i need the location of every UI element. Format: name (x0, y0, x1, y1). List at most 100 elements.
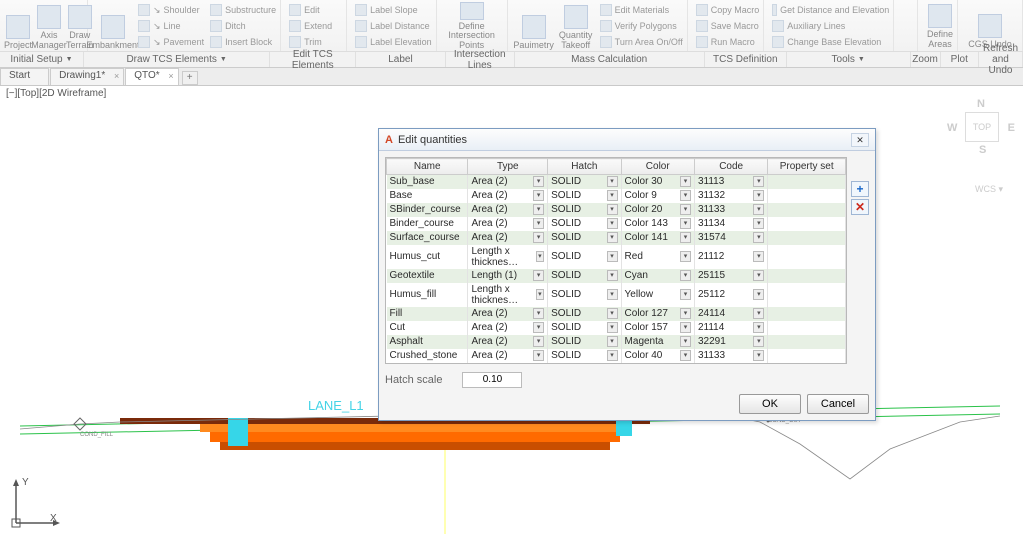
run-macro-button[interactable]: Run Macro (696, 34, 760, 50)
label-distance-button[interactable]: Label Distance (355, 18, 432, 34)
col-type[interactable]: Type (468, 159, 548, 175)
dropdown-icon[interactable]: ▾ (533, 190, 544, 201)
turn-area-button[interactable]: Turn Area On/Off (600, 34, 683, 50)
tab-qto[interactable]: QTO*× (125, 68, 178, 85)
table-row[interactable]: Humus_fillLength x thicknes…▾SOLID▾Yello… (387, 283, 846, 307)
table-row[interactable]: Binder_courseArea (2)▾SOLID▾Color 143▾31… (387, 217, 846, 231)
edit-button[interactable]: Edit (289, 2, 342, 18)
panel-label[interactable]: Label (356, 52, 446, 67)
panel-plot[interactable]: Plot (941, 52, 979, 67)
substructure-button[interactable]: Substructure (210, 2, 276, 18)
col-pset[interactable]: Property set (768, 159, 846, 175)
col-name[interactable]: Name (387, 159, 468, 175)
close-icon[interactable]: × (114, 71, 119, 81)
copy-macro-button[interactable]: Copy Macro (696, 2, 760, 18)
table-row[interactable]: AsphaltArea (2)▾SOLID▾Magenta▾32291▾ (387, 335, 846, 349)
dropdown-icon[interactable]: ▾ (533, 336, 544, 347)
define-areas-button[interactable]: Define Areas (922, 2, 958, 49)
panel-tcsdef[interactable]: TCS Definition (705, 52, 787, 67)
dropdown-icon[interactable]: ▾ (753, 289, 764, 300)
dropdown-icon[interactable]: ▾ (680, 289, 691, 300)
ditch-button[interactable]: Ditch (210, 18, 276, 34)
project-button[interactable]: Project (4, 2, 32, 50)
panel-tools[interactable]: Tools▼ (787, 52, 911, 67)
edit-materials-button[interactable]: Edit Materials (600, 2, 683, 18)
table-row[interactable]: GeotextileLength (1)▾SOLID▾Cyan▾25115▾ (387, 269, 846, 283)
define-intersection-button[interactable]: Define Intersection Points (441, 2, 503, 50)
save-macro-button[interactable]: Save Macro (696, 18, 760, 34)
tab-add-button[interactable]: + (182, 71, 198, 85)
table-row[interactable]: BaseArea (2)▾SOLID▾Color 9▾31132▾ (387, 189, 846, 203)
panel-drawtcs[interactable]: Draw TCS Elements▼ (84, 52, 270, 67)
viewport-label[interactable]: [−][Top][2D Wireframe] (0, 86, 1023, 101)
change-base-button[interactable]: Change Base Elevation (772, 34, 889, 50)
dropdown-icon[interactable]: ▾ (533, 218, 544, 229)
quantities-grid[interactable]: Name Type Hatch Color Code Property set … (385, 157, 847, 364)
dropdown-icon[interactable]: ▾ (753, 176, 764, 187)
dropdown-icon[interactable]: ▾ (680, 251, 691, 262)
dropdown-icon[interactable]: ▾ (680, 322, 691, 333)
label-elevation-button[interactable]: Label Elevation (355, 34, 432, 50)
cgs-undo-button[interactable]: CGS Undo (962, 2, 1018, 49)
quantity-takeoff-button[interactable]: Quantity Takeoff (556, 2, 596, 50)
dropdown-icon[interactable]: ▾ (536, 251, 545, 262)
dropdown-icon[interactable]: ▾ (680, 308, 691, 319)
dialog-titlebar[interactable]: A Edit quantities ✕ (379, 129, 875, 151)
dropdown-icon[interactable]: ▾ (680, 350, 691, 361)
get-distance-button[interactable]: Get Distance and Elevation (772, 2, 889, 18)
axis-manager-button[interactable]: Axis Manager (32, 2, 66, 50)
dropdown-icon[interactable]: ▾ (607, 176, 618, 187)
planimetry-button[interactable]: Pauimetry (512, 2, 556, 50)
dialog-close-button[interactable]: ✕ (851, 133, 869, 147)
embankment-button[interactable]: Embankment (92, 2, 134, 50)
dropdown-icon[interactable]: ▾ (533, 308, 544, 319)
dropdown-icon[interactable]: ▾ (533, 270, 544, 281)
dropdown-icon[interactable]: ▾ (607, 204, 618, 215)
insert-block-button[interactable]: Insert Block (210, 34, 276, 50)
dropdown-icon[interactable]: ▾ (607, 218, 618, 229)
panel-edittcs[interactable]: Edit TCS Elements (270, 52, 356, 67)
panel-mass[interactable]: Mass Calculation (515, 52, 705, 67)
table-row[interactable]: CutArea (2)▾SOLID▾Color 157▾21114▾ (387, 321, 846, 335)
panel-intersection[interactable]: Intersection Lines (446, 52, 515, 67)
dropdown-icon[interactable]: ▾ (753, 350, 764, 361)
table-row[interactable]: Crushed_stoneArea (2)▾SOLID▾Color 40▾311… (387, 349, 846, 363)
hatch-scale-input[interactable] (462, 372, 522, 388)
dropdown-icon[interactable]: ▾ (680, 204, 691, 215)
dropdown-icon[interactable]: ▾ (533, 322, 544, 333)
line-button[interactable]: ↘Line (138, 18, 204, 34)
dropdown-icon[interactable]: ▾ (680, 176, 691, 187)
dropdown-icon[interactable]: ▾ (533, 232, 544, 243)
col-color[interactable]: Color (621, 159, 694, 175)
dropdown-icon[interactable]: ▾ (680, 270, 691, 281)
panel-zoom[interactable]: Zoom (911, 52, 941, 67)
dropdown-icon[interactable]: ▾ (753, 270, 764, 281)
dropdown-icon[interactable]: ▾ (753, 204, 764, 215)
dropdown-icon[interactable]: ▾ (607, 190, 618, 201)
table-row[interactable]: Surface_courseArea (2)▾SOLID▾Color 141▾3… (387, 231, 846, 245)
dropdown-icon[interactable]: ▾ (536, 289, 545, 300)
dropdown-icon[interactable]: ▾ (607, 322, 618, 333)
extend-button[interactable]: Extend (289, 18, 342, 34)
ok-button[interactable]: OK (739, 394, 801, 414)
dropdown-icon[interactable]: ▾ (753, 336, 764, 347)
shoulder-button[interactable]: ↘Shoulder (138, 2, 204, 18)
cancel-button[interactable]: Cancel (807, 394, 869, 414)
close-icon[interactable]: × (168, 71, 173, 81)
dropdown-icon[interactable]: ▾ (607, 232, 618, 243)
dropdown-icon[interactable]: ▾ (680, 190, 691, 201)
dropdown-icon[interactable]: ▾ (607, 289, 618, 300)
dropdown-icon[interactable]: ▾ (753, 232, 764, 243)
dropdown-icon[interactable]: ▾ (607, 270, 618, 281)
tab-start[interactable]: Start (0, 68, 49, 85)
table-row[interactable]: Sub_baseArea (2)▾SOLID▾Color 30▾31113▾ (387, 175, 846, 189)
dropdown-icon[interactable]: ▾ (753, 218, 764, 229)
table-row[interactable]: FillArea (2)▾SOLID▾Color 127▾24114▾ (387, 307, 846, 321)
dropdown-icon[interactable]: ▾ (753, 308, 764, 319)
table-row[interactable]: Humus_cutLength x thicknes…▾SOLID▾Red▾21… (387, 245, 846, 269)
dropdown-icon[interactable]: ▾ (753, 251, 764, 262)
dropdown-icon[interactable]: ▾ (533, 176, 544, 187)
wcs-label[interactable]: WCS ▾ (975, 184, 1003, 195)
dropdown-icon[interactable]: ▾ (607, 308, 618, 319)
auxiliary-lines-button[interactable]: Auxiliary Lines (772, 18, 889, 34)
